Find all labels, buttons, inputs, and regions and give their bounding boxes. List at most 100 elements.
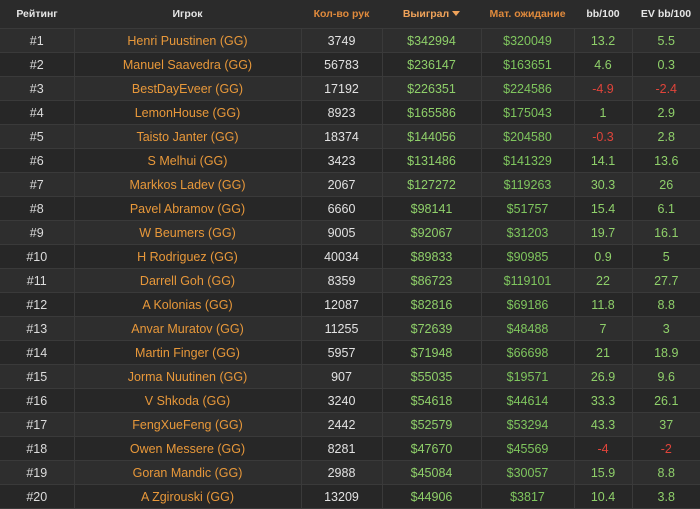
player-link[interactable]: BestDayEveer (GG) bbox=[74, 76, 302, 101]
hands-cell: 8923 bbox=[301, 100, 383, 125]
bb100-cell: -0.3 bbox=[574, 124, 633, 149]
ev-cell: $204580 bbox=[481, 124, 575, 149]
won-cell: $45084 bbox=[382, 460, 482, 485]
ev-cell: $119101 bbox=[481, 268, 575, 293]
evbb100-cell: 2.9 bbox=[632, 100, 700, 125]
player-link[interactable]: A Zgirouski (GG) bbox=[74, 484, 302, 509]
bb100-cell: 30.3 bbox=[574, 172, 633, 197]
rank-cell: #3 bbox=[0, 76, 75, 101]
won-cell: $226351 bbox=[382, 76, 482, 101]
won-cell: $86723 bbox=[382, 268, 482, 293]
table-row: #14 Martin Finger (GG) 5957 $71948 $66698 21 1… bbox=[0, 340, 700, 365]
evbb100-cell: -2.4 bbox=[632, 76, 700, 101]
bb100-cell: -4.9 bbox=[574, 76, 633, 101]
player-link[interactable]: W Beumers (GG) bbox=[74, 220, 302, 245]
ev-cell: $141329 bbox=[481, 148, 575, 173]
rank-cell: #16 bbox=[0, 388, 75, 413]
ev-cell: $3817 bbox=[481, 484, 575, 509]
bb100-cell: 11.8 bbox=[574, 292, 633, 317]
table-row: #3 BestDayEveer (GG) 17192 $226351 $224586 -4… bbox=[0, 76, 700, 101]
evbb100-cell: 5 bbox=[632, 244, 700, 269]
player-link[interactable]: LemonHouse (GG) bbox=[74, 100, 302, 125]
table-row: #7 Markkos Ladev (GG) 2067 $127272 $119263 30… bbox=[0, 172, 700, 197]
ev-cell: $48488 bbox=[481, 316, 575, 341]
hands-cell: 907 bbox=[301, 364, 383, 389]
won-cell: $55035 bbox=[382, 364, 482, 389]
hands-cell: 9005 bbox=[301, 220, 383, 245]
hands-cell: 40034 bbox=[301, 244, 383, 269]
player-link[interactable]: Anvar Muratov (GG) bbox=[74, 316, 302, 341]
won-cell: $127272 bbox=[382, 172, 482, 197]
bb100-cell: 7 bbox=[574, 316, 633, 341]
evbb100-cell: 27.7 bbox=[632, 268, 700, 293]
rank-cell: #7 bbox=[0, 172, 75, 197]
player-link[interactable]: Henri Puustinen (GG) bbox=[74, 28, 302, 53]
hands-cell: 6660 bbox=[301, 196, 383, 221]
bb100-cell: 26.9 bbox=[574, 364, 633, 389]
player-link[interactable]: Jorma Nuutinen (GG) bbox=[74, 364, 302, 389]
bb100-cell: 15.4 bbox=[574, 196, 633, 221]
hands-cell: 2442 bbox=[301, 412, 383, 437]
table-row: #6 S Melhui (GG) 3423 $131486 $141329 14.1 13.… bbox=[0, 148, 700, 173]
rank-cell: #4 bbox=[0, 100, 75, 125]
bb100-cell: 14.1 bbox=[574, 148, 633, 173]
header-won[interactable]: Выиграл bbox=[382, 0, 481, 29]
bb100-cell: 19.7 bbox=[574, 220, 633, 245]
player-link[interactable]: Martin Finger (GG) bbox=[74, 340, 302, 365]
bb100-cell: 15.9 bbox=[574, 460, 633, 485]
player-link[interactable]: V Shkoda (GG) bbox=[74, 388, 302, 413]
rank-cell: #8 bbox=[0, 196, 75, 221]
player-link[interactable]: Manuel Saavedra (GG) bbox=[74, 52, 302, 77]
evbb100-cell: -2 bbox=[632, 436, 700, 461]
header-ev[interactable]: Мат. ожидание bbox=[481, 0, 574, 29]
player-link[interactable]: A Kolonias (GG) bbox=[74, 292, 302, 317]
ev-cell: $163651 bbox=[481, 52, 575, 77]
player-link[interactable]: Goran Mandic (GG) bbox=[74, 460, 302, 485]
hands-cell: 12087 bbox=[301, 292, 383, 317]
ev-cell: $320049 bbox=[481, 28, 575, 53]
player-link[interactable]: Pavel Abramov (GG) bbox=[74, 196, 302, 221]
evbb100-cell: 6.1 bbox=[632, 196, 700, 221]
evbb100-cell: 26 bbox=[632, 172, 700, 197]
hands-cell: 8281 bbox=[301, 436, 383, 461]
bb100-cell: 4.6 bbox=[574, 52, 633, 77]
ev-cell: $44614 bbox=[481, 388, 575, 413]
rank-cell: #15 bbox=[0, 364, 75, 389]
player-link[interactable]: Owen Messere (GG) bbox=[74, 436, 302, 461]
player-link[interactable]: S Melhui (GG) bbox=[74, 148, 302, 173]
player-link[interactable]: FengXueFeng (GG) bbox=[74, 412, 302, 437]
player-link[interactable]: Darrell Goh (GG) bbox=[74, 268, 302, 293]
evbb100-cell: 13.6 bbox=[632, 148, 700, 173]
hands-cell: 18374 bbox=[301, 124, 383, 149]
evbb100-cell: 9.6 bbox=[632, 364, 700, 389]
header-player[interactable]: Игрок bbox=[74, 0, 301, 29]
header-rank[interactable]: Рейтинг bbox=[0, 0, 74, 29]
bb100-cell: 13.2 bbox=[574, 28, 633, 53]
evbb100-cell: 3.8 bbox=[632, 484, 700, 509]
header-hands[interactable]: Кол-во рук bbox=[301, 0, 382, 29]
hands-cell: 13209 bbox=[301, 484, 383, 509]
won-cell: $144056 bbox=[382, 124, 482, 149]
player-link[interactable]: H Rodriguez (GG) bbox=[74, 244, 302, 269]
table-row: #2 Manuel Saavedra (GG) 56783 $236147 $16365… bbox=[0, 52, 700, 77]
rank-cell: #2 bbox=[0, 52, 75, 77]
hands-cell: 3749 bbox=[301, 28, 383, 53]
hands-cell: 17192 bbox=[301, 76, 383, 101]
won-cell: $52579 bbox=[382, 412, 482, 437]
header-bb100[interactable]: bb/100 bbox=[574, 0, 632, 29]
ev-cell: $90985 bbox=[481, 244, 575, 269]
rank-cell: #17 bbox=[0, 412, 75, 437]
player-link[interactable]: Markkos Ladev (GG) bbox=[74, 172, 302, 197]
won-cell: $71948 bbox=[382, 340, 482, 365]
bb100-cell: 22 bbox=[574, 268, 633, 293]
table-row: #9 W Beumers (GG) 9005 $92067 $31203 19.7 16.1 bbox=[0, 220, 700, 245]
rank-cell: #18 bbox=[0, 436, 75, 461]
won-cell: $98141 bbox=[382, 196, 482, 221]
rank-cell: #13 bbox=[0, 316, 75, 341]
player-link[interactable]: Taisto Janter (GG) bbox=[74, 124, 302, 149]
header-evbb100[interactable]: EV bb/100 bbox=[632, 0, 700, 29]
evbb100-cell: 5.5 bbox=[632, 28, 700, 53]
rank-cell: #20 bbox=[0, 484, 75, 509]
hands-cell: 5957 bbox=[301, 340, 383, 365]
rank-cell: #11 bbox=[0, 268, 75, 293]
